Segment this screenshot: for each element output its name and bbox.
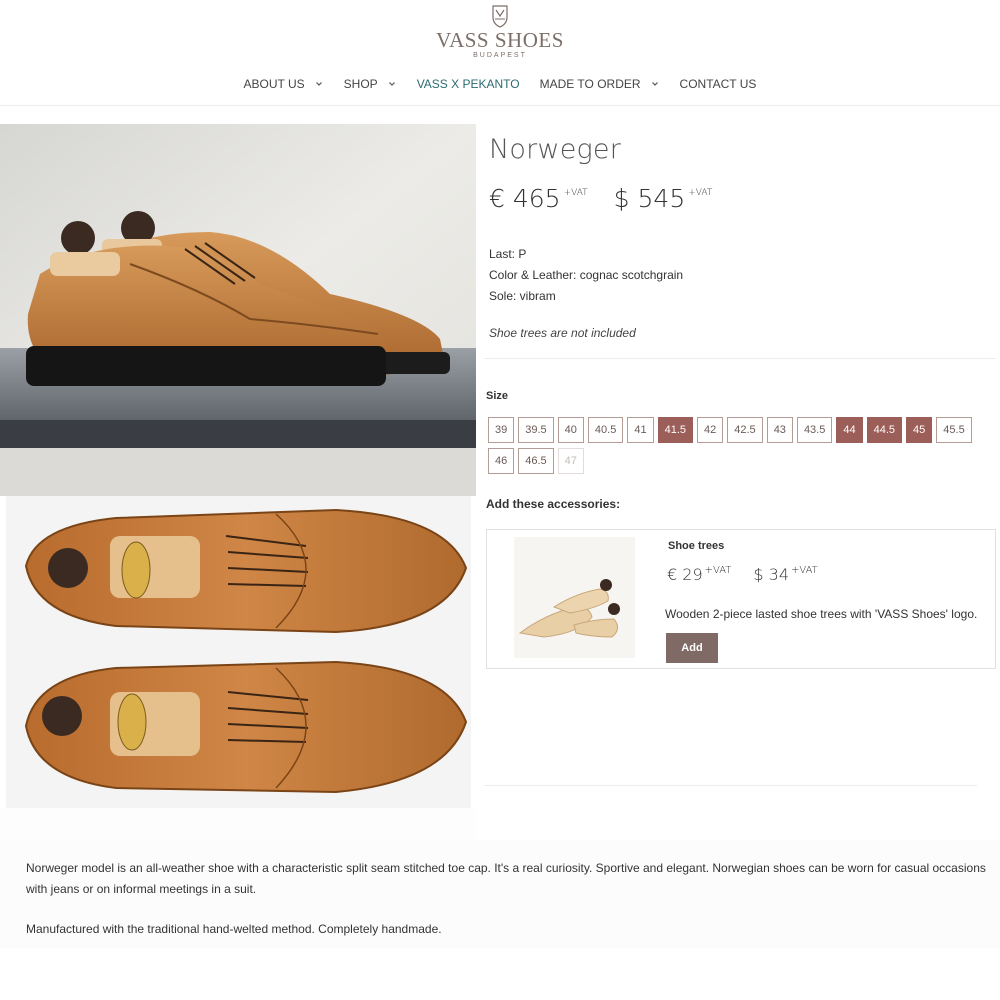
- accessory-price-usd-value: $ 34: [753, 565, 790, 584]
- spec-last: Last: P: [489, 247, 527, 261]
- divider: [484, 358, 996, 359]
- nav-about-us[interactable]: ABOUT US: [244, 77, 324, 91]
- size-option-39-5[interactable]: 39.5: [518, 417, 554, 443]
- size-option-41[interactable]: 41: [627, 417, 654, 443]
- accessory-price-usd: $ 34 +VAT: [753, 565, 817, 584]
- price-eur: € 465 +VAT: [489, 184, 588, 213]
- size-selector: 39 39.5 40 40.5 41 41.5 42 42.5 43 43.5 44 44.5 45 45…: [488, 417, 988, 474]
- shoe-trees-picture: [514, 537, 635, 658]
- brand-name: VASS SHOES: [436, 28, 564, 52]
- accessory-name: Shoe trees: [668, 540, 725, 552]
- accessory-card: Shoe trees € 29 +VAT $ 34 +VAT Wooden 2-pi…: [486, 529, 996, 669]
- size-label: Size: [486, 390, 509, 402]
- shoe-top-image: [6, 496, 471, 808]
- nav-about-us-label: ABOUT US: [243, 77, 305, 91]
- shoe-trees-note: Shoe trees are not included: [489, 326, 636, 340]
- product-description: Norweger model is an all-weather shoe wi…: [0, 840, 1000, 948]
- shoe-trees-image[interactable]: [514, 537, 635, 658]
- price-usd: $ 545 +VAT: [614, 184, 713, 213]
- spec-color: Color & Leather: cognac scotchgrain: [489, 268, 684, 282]
- shoe-side-image: [0, 124, 476, 496]
- price-eur-value: € 465: [489, 184, 561, 213]
- size-option-41-5[interactable]: 41.5: [657, 417, 694, 443]
- price-usd-value: $ 545: [613, 184, 686, 213]
- accessory-price-eur-value: € 29: [667, 565, 703, 584]
- vat-label: +VAT: [704, 565, 732, 576]
- site-header: VASS SHOES BUDAPEST ABOUT US SHOP VASS X…: [0, 0, 1000, 106]
- size-option-47: 47: [557, 448, 584, 474]
- size-option-45-5[interactable]: 45.5: [936, 417, 972, 443]
- product-photo-side[interactable]: [0, 124, 476, 496]
- accessory-prices: € 29 +VAT $ 34 +VAT: [667, 565, 818, 584]
- nav-made-to-order-label: MADE TO ORDER: [539, 77, 641, 91]
- nav-vass-x-pekanto-label: VASS X PEKANTO: [416, 77, 520, 91]
- crest-icon: [492, 5, 508, 28]
- add-accessory-button[interactable]: Add: [666, 633, 718, 663]
- size-option-46-5[interactable]: 46.5: [518, 448, 554, 474]
- photo-spacer: [0, 808, 476, 840]
- size-option-43-5[interactable]: 43.5: [796, 417, 833, 443]
- accessory-description: Wooden 2-piece lasted shoe trees with 'V…: [665, 607, 978, 621]
- chevron-down-icon: [651, 82, 658, 86]
- nav-contact-us-label: CONTACT US: [679, 77, 757, 91]
- product-photo-top-view[interactable]: [6, 496, 471, 808]
- nav-shop[interactable]: SHOP: [344, 77, 397, 91]
- spec-sole: Sole: vibram: [489, 289, 556, 303]
- nav-contact-us[interactable]: CONTACT US: [680, 77, 757, 91]
- product-title: Norweger: [489, 134, 622, 165]
- description-paragraph-1: Norweger model is an all-weather shoe wi…: [26, 861, 986, 896]
- price-row: € 465 +VAT $ 545 +VAT: [489, 184, 712, 213]
- size-option-46[interactable]: 46: [488, 448, 515, 474]
- nav-shop-label: SHOP: [343, 77, 378, 91]
- vat-label: +VAT: [791, 565, 818, 576]
- size-option-44-5[interactable]: 44.5: [866, 417, 903, 443]
- logo[interactable]: VASS SHOES BUDAPEST: [430, 4, 570, 60]
- size-option-42-5[interactable]: 42.5: [727, 417, 763, 443]
- size-option-40[interactable]: 40: [557, 417, 584, 443]
- divider: [484, 785, 977, 786]
- nav-vass-x-pekanto[interactable]: VASS X PEKANTO: [417, 77, 520, 91]
- size-option-40-5[interactable]: 40.5: [587, 417, 624, 443]
- accessory-price-eur: € 29 +VAT: [667, 565, 731, 584]
- accessories-label: Add these accessories:: [486, 497, 621, 511]
- product-specs: Last: P Color & Leather: cognac scotchgr…: [489, 244, 683, 307]
- size-option-43[interactable]: 43: [766, 417, 793, 443]
- chevron-down-icon: [315, 82, 322, 86]
- size-option-42[interactable]: 42: [697, 417, 724, 443]
- size-option-45[interactable]: 45: [906, 417, 933, 443]
- vat-label: +VAT: [688, 188, 713, 198]
- vat-label: +VAT: [563, 188, 588, 198]
- main-nav: ABOUT US SHOP VASS X PEKANTO MADE TO ORD…: [0, 77, 1000, 91]
- nav-made-to-order[interactable]: MADE TO ORDER: [540, 77, 660, 91]
- size-option-44[interactable]: 44: [836, 417, 863, 443]
- chevron-down-icon: [388, 82, 395, 86]
- description-paragraph-2: Manufactured with the traditional hand-w…: [26, 922, 442, 936]
- brand-subtitle: BUDAPEST: [473, 52, 527, 59]
- size-option-39[interactable]: 39: [488, 417, 515, 443]
